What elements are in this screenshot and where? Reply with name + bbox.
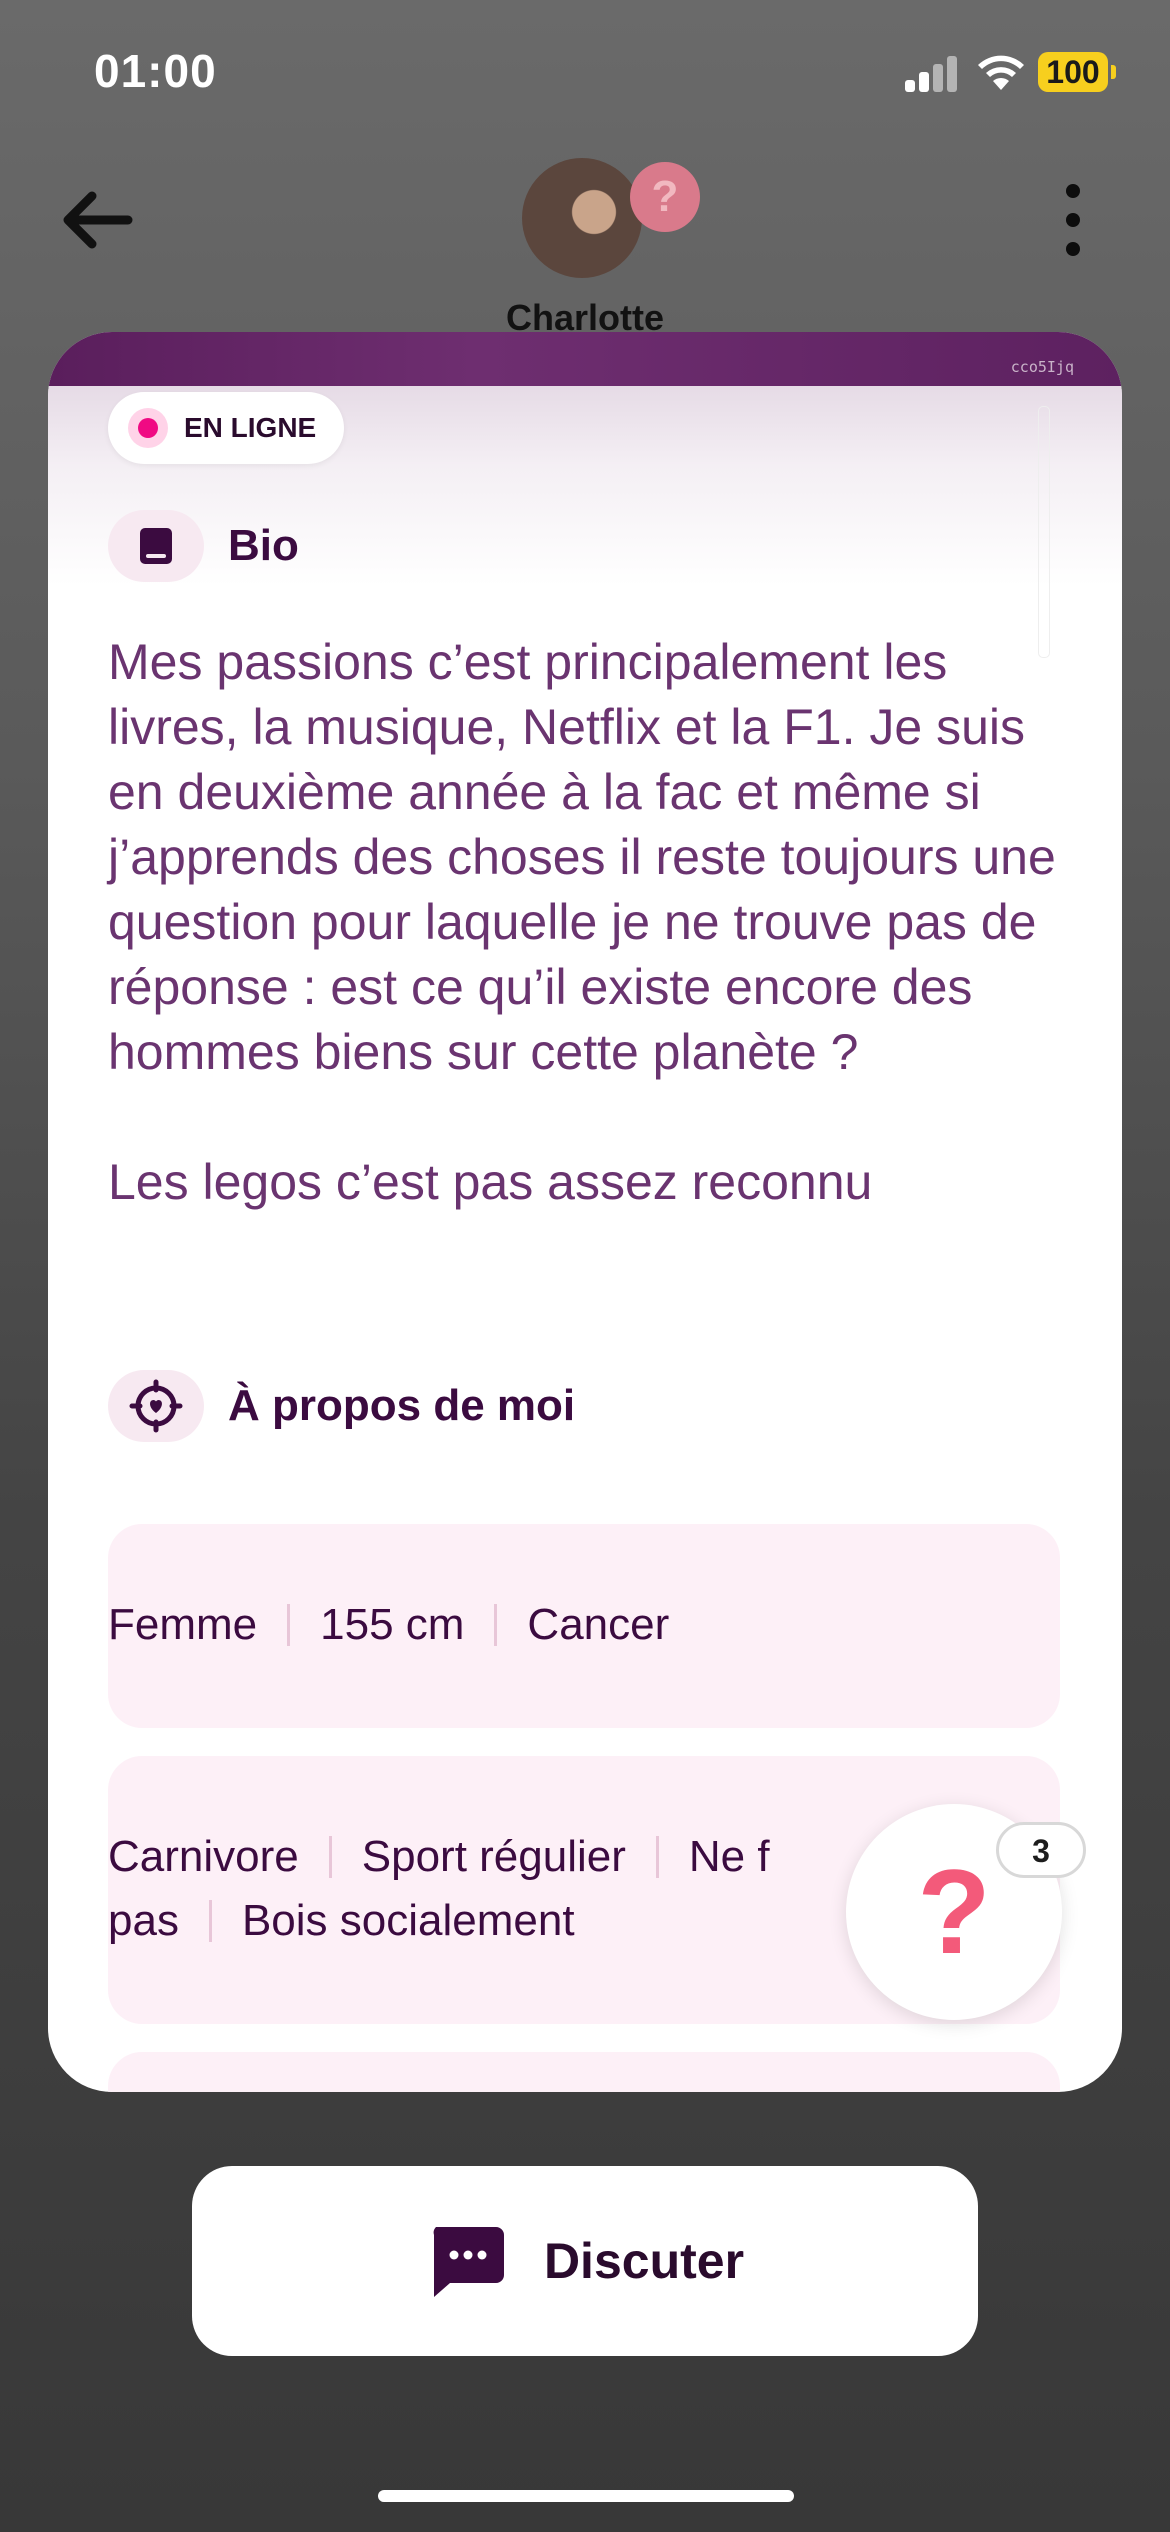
online-badge: EN LIGNE [108, 392, 345, 464]
info-height: 155 cm [320, 1600, 465, 1649]
chat-button-label: Discuter [543, 2233, 745, 2289]
cellular-signal-icon [905, 56, 957, 92]
about-heading: À propos de moi [108, 1370, 575, 1442]
info-row-lifestyle-1: Carnivore Sport régulier Ne f [108, 1832, 770, 1882]
about-title: À propos de moi [228, 1381, 576, 1430]
more-vertical-icon[interactable] [1062, 184, 1084, 256]
card-photo-strip: cco5Ijq [48, 332, 1122, 386]
info-zodiac: Cancer [527, 1600, 670, 1649]
questions-count-badge: 3 [996, 1822, 1086, 1878]
info-row-lifestyle-2: pas Bois socialement [108, 1896, 575, 1946]
bio-title: Bio [228, 521, 299, 570]
chat-button[interactable]: Discuter [192, 2166, 978, 2356]
home-indicator [378, 2490, 794, 2502]
info-smoking-cont: pas [108, 1896, 179, 1945]
bio-heading: Bio [108, 510, 299, 582]
wifi-icon [978, 55, 1024, 90]
back-arrow-icon[interactable] [58, 188, 134, 252]
scroll-indicator [1038, 406, 1050, 658]
avatar[interactable] [522, 158, 642, 278]
online-label: EN LIGNE [184, 412, 317, 443]
avatar-question-badge: ? [630, 162, 700, 232]
chat-bubble-icon [433, 2227, 504, 2297]
info-diet: Carnivore [108, 1832, 299, 1881]
status-bar: 01:00 100 [0, 0, 1170, 140]
book-icon [108, 510, 204, 582]
info-box-more [108, 2052, 1060, 2092]
status-time: 01:00 [94, 45, 217, 97]
info-smoking: Ne f [688, 1832, 770, 1881]
battery-indicator: 100 [1038, 52, 1116, 92]
card-watermark: cco5Ijq [1010, 358, 1074, 376]
bio-text: Mes passions c’est principalement les li… [108, 634, 1056, 1210]
info-sport: Sport régulier [361, 1832, 626, 1881]
info-gender: Femme [108, 1600, 258, 1649]
online-dot-icon [128, 408, 168, 448]
heart-target-icon [108, 1370, 204, 1442]
info-row-basics: Femme 155 cm Cancer [108, 1600, 669, 1650]
info-drinking: Bois socialement [241, 1896, 575, 1945]
